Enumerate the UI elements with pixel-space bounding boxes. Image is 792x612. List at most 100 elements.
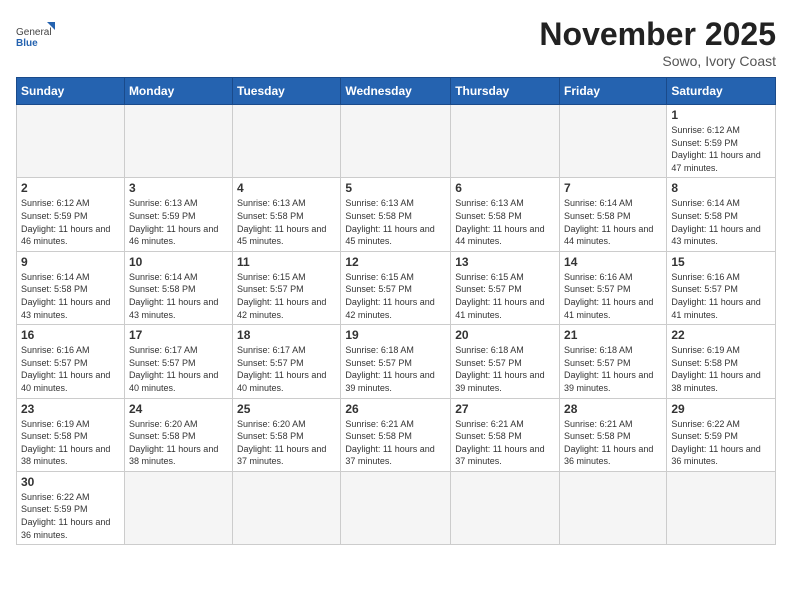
day-info: Sunrise: 6:19 AM Sunset: 5:58 PM Dayligh… [671, 344, 771, 394]
day-cell: 1 Sunrise: 6:12 AM Sunset: 5:59 PM Daylig… [667, 105, 776, 178]
day-cell: 14 Sunrise: 6:16 AM Sunset: 5:57 PM Dayli… [560, 251, 667, 324]
day-info: Sunrise: 6:21 AM Sunset: 5:58 PM Dayligh… [564, 418, 662, 468]
day-number: 13 [455, 255, 555, 269]
day-cell: 24Sunrise: 6:20 AM Sunset: 5:58 PM Dayli… [124, 398, 232, 471]
day-info: Sunrise: 6:13 AM Sunset: 5:58 PM Dayligh… [455, 197, 555, 247]
day-number: 15 [671, 255, 771, 269]
day-number: 6 [455, 181, 555, 195]
day-info: Sunrise: 6:15 AM Sunset: 5:57 PM Dayligh… [455, 271, 555, 321]
week-row-4: 16 Sunrise: 6:16 AM Sunset: 5:57 PM Dayli… [17, 325, 776, 398]
day-number: 3 [129, 181, 228, 195]
day-cell: 25Sunrise: 6:20 AM Sunset: 5:58 PM Dayli… [233, 398, 341, 471]
title-block: November 2025 Sowo, Ivory Coast [539, 16, 776, 69]
day-number: 7 [564, 181, 662, 195]
week-row-2: 2 Sunrise: 6:12 AM Sunset: 5:59 PM Daylig… [17, 178, 776, 251]
day-number: 26 [345, 402, 446, 416]
day-cell: 3 Sunrise: 6:13 AM Sunset: 5:59 PM Daylig… [124, 178, 232, 251]
day-info: Sunrise: 6:14 AM Sunset: 5:58 PM Dayligh… [671, 197, 771, 247]
day-info: Sunrise: 6:20 AM Sunset: 5:58 PM Dayligh… [129, 418, 228, 468]
day-cell: 20 Sunrise: 6:18 AM Sunset: 5:57 PM Dayli… [451, 325, 560, 398]
day-number: 30 [21, 475, 120, 489]
day-cell [560, 471, 667, 544]
day-cell [233, 471, 341, 544]
day-info: Sunrise: 6:19 AM Sunset: 5:58 PM Dayligh… [21, 418, 120, 468]
day-info: Sunrise: 6:17 AM Sunset: 5:57 PM Dayligh… [129, 344, 228, 394]
day-cell: 10 Sunrise: 6:14 AM Sunset: 5:58 PM Dayli… [124, 251, 232, 324]
day-cell [124, 471, 232, 544]
day-info: Sunrise: 6:18 AM Sunset: 5:57 PM Dayligh… [455, 344, 555, 394]
day-info: Sunrise: 6:13 AM Sunset: 5:59 PM Dayligh… [129, 197, 228, 247]
week-row-1: 1 Sunrise: 6:12 AM Sunset: 5:59 PM Daylig… [17, 105, 776, 178]
day-cell: 12 Sunrise: 6:15 AM Sunset: 5:57 PM Dayli… [341, 251, 451, 324]
day-cell: 5Sunrise: 6:13 AM Sunset: 5:58 PM Daylig… [341, 178, 451, 251]
day-cell: 22 Sunrise: 6:19 AM Sunset: 5:58 PM Dayli… [667, 325, 776, 398]
header-tuesday: Tuesday [233, 78, 341, 105]
day-cell: 15 Sunrise: 6:16 AM Sunset: 5:57 PM Dayli… [667, 251, 776, 324]
header-monday: Monday [124, 78, 232, 105]
day-info: Sunrise: 6:22 AM Sunset: 5:59 PM Dayligh… [21, 491, 120, 541]
day-number: 8 [671, 181, 771, 195]
week-row-5: 23 Sunrise: 6:19 AM Sunset: 5:58 PM Dayli… [17, 398, 776, 471]
day-number: 5 [345, 181, 446, 195]
day-number: 23 [21, 402, 120, 416]
day-info: Sunrise: 6:16 AM Sunset: 5:57 PM Dayligh… [21, 344, 120, 394]
day-cell [233, 105, 341, 178]
day-info: Sunrise: 6:17 AM Sunset: 5:57 PM Dayligh… [237, 344, 336, 394]
day-number: 2 [21, 181, 120, 195]
svg-text:General: General [16, 27, 52, 38]
day-cell [451, 471, 560, 544]
day-cell: 11 Sunrise: 6:15 AM Sunset: 5:57 PM Dayli… [233, 251, 341, 324]
day-info: Sunrise: 6:14 AM Sunset: 5:58 PM Dayligh… [21, 271, 120, 321]
day-number: 12 [345, 255, 446, 269]
day-info: Sunrise: 6:13 AM Sunset: 5:58 PM Dayligh… [237, 197, 336, 247]
day-cell [451, 105, 560, 178]
day-info: Sunrise: 6:12 AM Sunset: 5:59 PM Dayligh… [21, 197, 120, 247]
weekday-header-row: SundayMondayTuesdayWednesdayThursdayFrid… [17, 78, 776, 105]
day-info: Sunrise: 6:14 AM Sunset: 5:58 PM Dayligh… [129, 271, 228, 321]
day-cell: 18 Sunrise: 6:17 AM Sunset: 5:57 PM Dayli… [233, 325, 341, 398]
day-cell: 7 Sunrise: 6:14 AM Sunset: 5:58 PM Daylig… [560, 178, 667, 251]
day-number: 1 [671, 108, 771, 122]
day-info: Sunrise: 6:21 AM Sunset: 5:58 PM Dayligh… [345, 418, 446, 468]
day-number: 27 [455, 402, 555, 416]
header-thursday: Thursday [451, 78, 560, 105]
day-info: Sunrise: 6:16 AM Sunset: 5:57 PM Dayligh… [671, 271, 771, 321]
day-number: 14 [564, 255, 662, 269]
header-sunday: Sunday [17, 78, 125, 105]
day-number: 17 [129, 328, 228, 342]
header-saturday: Saturday [667, 78, 776, 105]
day-info: Sunrise: 6:14 AM Sunset: 5:58 PM Dayligh… [564, 197, 662, 247]
day-number: 9 [21, 255, 120, 269]
day-info: Sunrise: 6:15 AM Sunset: 5:57 PM Dayligh… [237, 271, 336, 321]
page-header: General Blue November 2025 Sowo, Ivory C… [16, 16, 776, 69]
day-number: 10 [129, 255, 228, 269]
day-number: 11 [237, 255, 336, 269]
svg-text:Blue: Blue [16, 38, 38, 49]
day-cell: 19 Sunrise: 6:18 AM Sunset: 5:57 PM Dayli… [341, 325, 451, 398]
day-number: 18 [237, 328, 336, 342]
day-info: Sunrise: 6:16 AM Sunset: 5:57 PM Dayligh… [564, 271, 662, 321]
day-info: Sunrise: 6:21 AM Sunset: 5:58 PM Dayligh… [455, 418, 555, 468]
day-cell [560, 105, 667, 178]
day-info: Sunrise: 6:18 AM Sunset: 5:57 PM Dayligh… [345, 344, 446, 394]
day-cell: 2 Sunrise: 6:12 AM Sunset: 5:59 PM Daylig… [17, 178, 125, 251]
day-number: 19 [345, 328, 446, 342]
day-info: Sunrise: 6:15 AM Sunset: 5:57 PM Dayligh… [345, 271, 446, 321]
day-number: 29 [671, 402, 771, 416]
header-wednesday: Wednesday [341, 78, 451, 105]
day-number: 20 [455, 328, 555, 342]
day-number: 25 [237, 402, 336, 416]
day-info: Sunrise: 6:22 AM Sunset: 5:59 PM Dayligh… [671, 418, 771, 468]
day-info: Sunrise: 6:12 AM Sunset: 5:59 PM Dayligh… [671, 124, 771, 174]
week-row-3: 9 Sunrise: 6:14 AM Sunset: 5:58 PM Daylig… [17, 251, 776, 324]
day-number: 22 [671, 328, 771, 342]
logo-svg: General Blue [16, 16, 56, 56]
day-cell [17, 105, 125, 178]
day-cell: 26 Sunrise: 6:21 AM Sunset: 5:58 PM Dayli… [341, 398, 451, 471]
location: Sowo, Ivory Coast [539, 53, 776, 69]
day-cell [667, 471, 776, 544]
day-number: 16 [21, 328, 120, 342]
day-cell: 27 Sunrise: 6:21 AM Sunset: 5:58 PM Dayli… [451, 398, 560, 471]
header-friday: Friday [560, 78, 667, 105]
day-cell: 13 Sunrise: 6:15 AM Sunset: 5:57 PM Dayli… [451, 251, 560, 324]
